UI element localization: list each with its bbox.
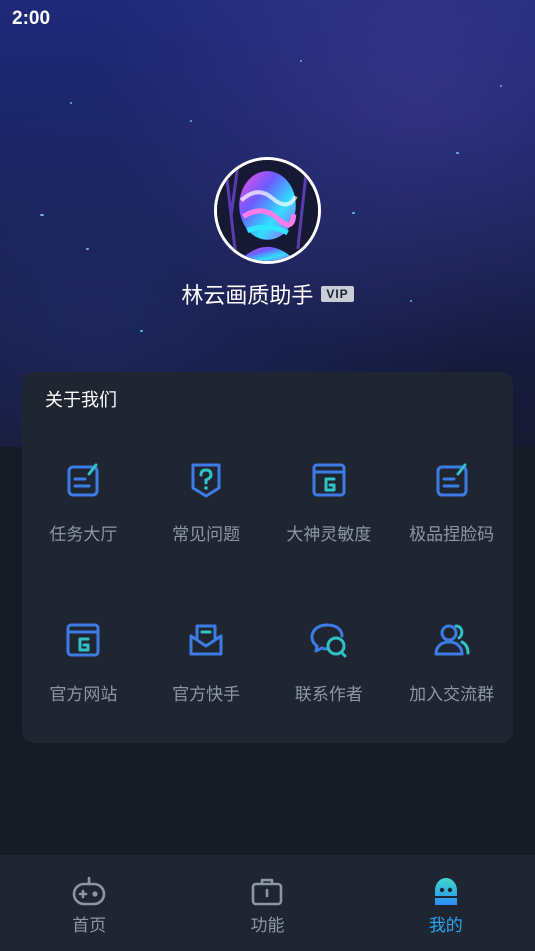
avatar[interactable] [214,157,321,264]
nav-home[interactable]: 首页 [0,855,178,951]
nav-features[interactable]: 功能 [178,855,356,951]
grid-item-label: 任务大厅 [49,525,118,545]
about-us-grid: 任务大厅 常见问题 大神灵敏度 极品捏脸码 官方网站 官方快手 联系作者 加入交… [22,460,513,780]
grid-item-label: 极品捏脸码 [409,525,495,545]
star-decoration [40,214,44,216]
face-code-edit-icon [432,460,472,500]
star-decoration [86,248,89,250]
grid-item-label: 联系作者 [294,685,363,705]
grid-item-label: 加入交流群 [409,685,495,705]
bottom-navigation: 首页 功能 我的 [0,855,535,951]
star-decoration [140,330,143,332]
profile-info: 林云画质助手 VIP [0,276,535,312]
nav-mine-label: 我的 [428,916,463,936]
nav-mine[interactable]: 我的 [357,855,535,951]
ghost-mascot-icon [429,875,463,907]
toolbox-icon [250,875,284,907]
star-decoration [190,120,192,122]
vip-badge: VIP [321,286,354,302]
grid-item-official-kuaishou[interactable]: 官方快手 [145,620,268,780]
group-users-icon [432,620,472,660]
grid-item-label: 官方快手 [172,685,241,705]
website-g-icon [63,620,103,660]
grid-item-label: 官方网站 [49,685,118,705]
grid-item-pro-sensitivity[interactable]: 大神灵敏度 [268,460,391,620]
star-decoration [70,102,72,104]
about-us-card: 关于我们 任务大厅 常见问题 大神灵敏度 极品捏脸码 官方网站 官方快手 联系作… [22,372,513,743]
grid-item-task-hall[interactable]: 任务大厅 [22,460,145,620]
gamepad-icon [72,875,106,907]
card-title: 关于我们 [45,390,117,411]
nav-home-label: 首页 [72,916,107,936]
g-window-icon [309,460,349,500]
star-decoration [456,152,459,154]
task-edit-icon [63,460,103,500]
grid-item-contact-author[interactable]: 联系作者 [268,620,391,780]
grid-item-faq[interactable]: 常见问题 [145,460,268,620]
star-decoration [300,60,302,62]
grid-item-label: 大神灵敏度 [286,525,372,545]
star-decoration [500,85,502,87]
avatar-image [217,160,318,261]
chat-bubbles-icon [309,620,349,660]
grid-item-label: 常见问题 [172,525,241,545]
grid-item-official-website[interactable]: 官方网站 [22,620,145,780]
mail-icon [186,620,226,660]
grid-item-join-group[interactable]: 加入交流群 [390,620,513,780]
star-decoration [352,212,355,214]
question-shield-icon [186,460,226,500]
profile-name: 林云画质助手 [181,284,314,309]
nav-features-label: 功能 [250,916,285,936]
status-bar-time: 2:00 [12,8,51,29]
grid-item-face-code[interactable]: 极品捏脸码 [390,460,513,620]
